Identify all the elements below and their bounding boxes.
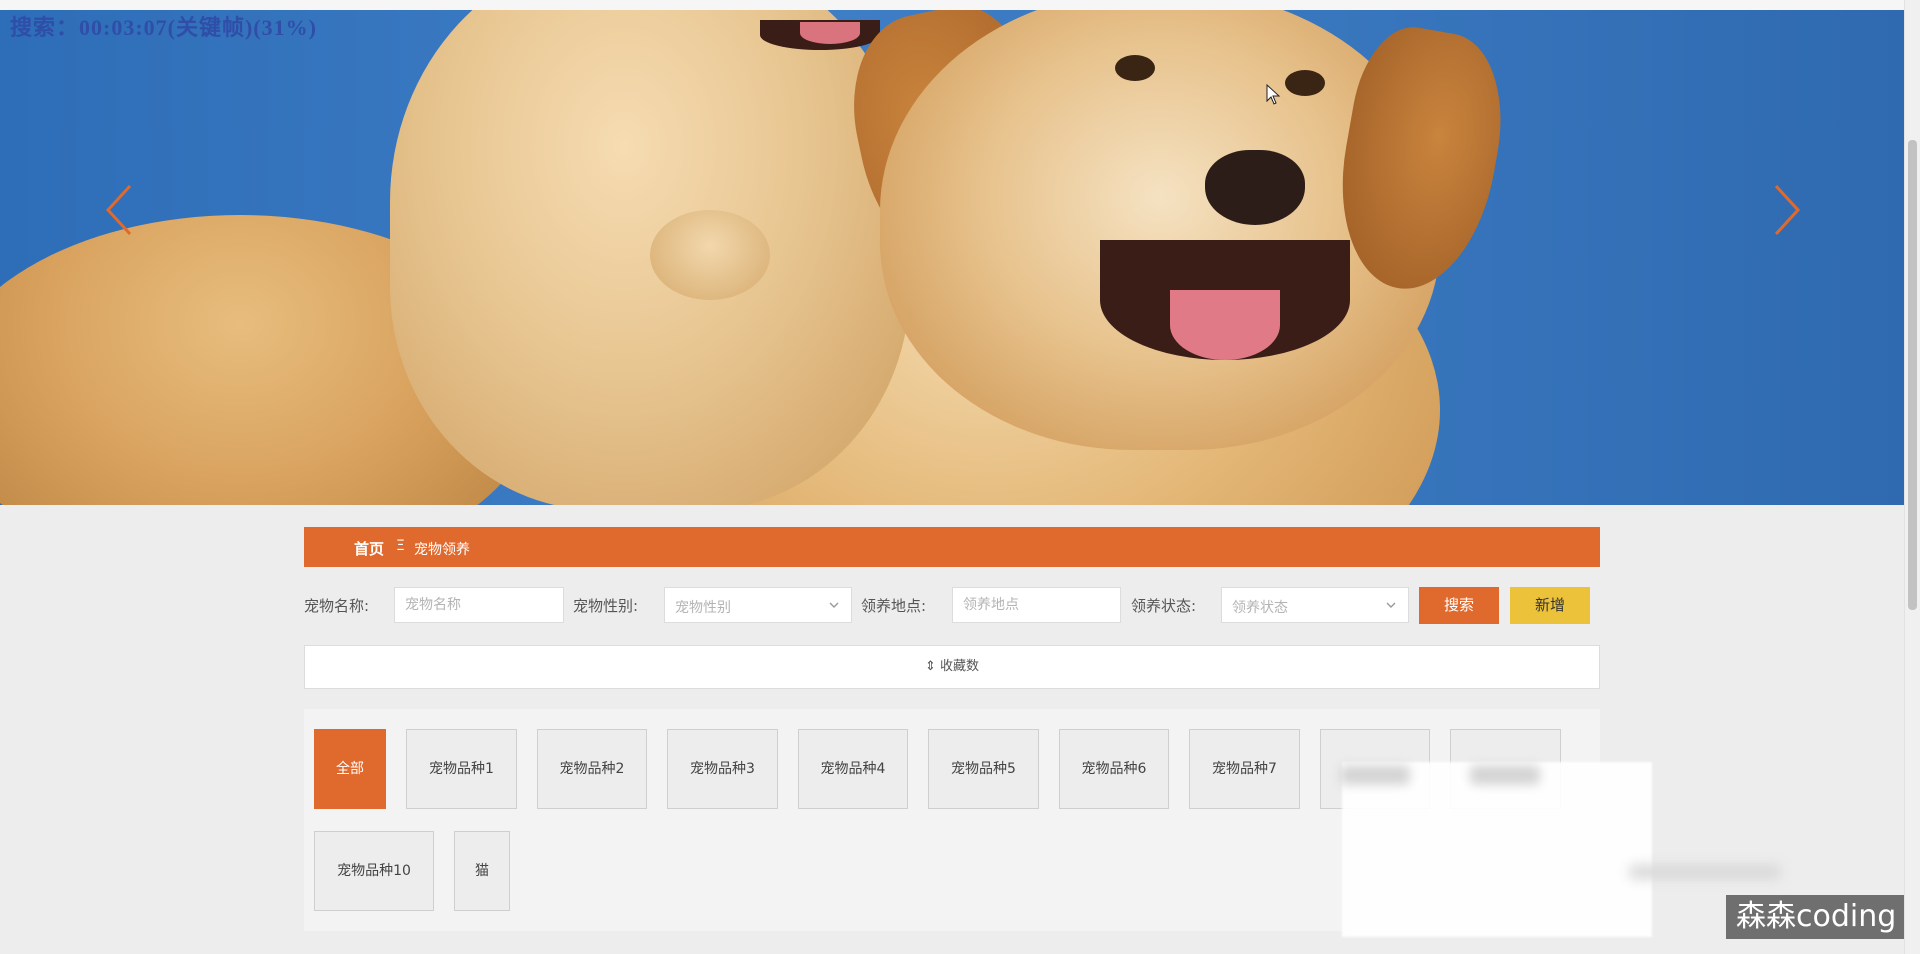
pet-name-label: 宠物名称: [304, 597, 370, 615]
adopt-location-field[interactable] [952, 587, 1121, 623]
blurred-line [1630, 865, 1780, 879]
category-item[interactable]: 宠物品种6 [1059, 729, 1169, 809]
scrollbar-thumb[interactable] [1908, 140, 1917, 610]
category-item[interactable]: 宠物品种1 [406, 729, 517, 809]
breadcrumb: 首页 Ξ 宠物领养 [304, 527, 1600, 567]
dog-eye-left [1115, 55, 1155, 81]
chevron-left-icon [105, 184, 132, 236]
blurred-overlay [1342, 762, 1652, 937]
category-item[interactable]: 宠物品种3 [667, 729, 778, 809]
adopt-status-label: 领养状态: [1131, 597, 1197, 615]
breadcrumb-separator: Ξ [396, 538, 405, 554]
search-button[interactable]: 搜索 [1419, 587, 1499, 624]
adopt-location-input[interactable] [953, 588, 1120, 622]
adopt-status-placeholder: 领养状态 [1232, 600, 1288, 616]
sort-by-favorites-button[interactable]: ⇕ 收藏数 [304, 645, 1600, 689]
chevron-down-icon [829, 602, 839, 608]
blurred-chip [1340, 765, 1410, 785]
pet-gender-placeholder: 宠物性别 [675, 600, 731, 616]
blurred-chip [1470, 765, 1540, 785]
watermark: 森森coding [1726, 895, 1904, 939]
banner-prev-button[interactable] [100, 180, 140, 240]
category-item[interactable]: 宠物品种2 [537, 729, 647, 809]
category-item[interactable]: 猫 [454, 831, 510, 911]
breadcrumb-current: 宠物领养 [414, 542, 470, 558]
banner-next-button[interactable] [1766, 180, 1806, 240]
category-item[interactable]: 宠物品种5 [928, 729, 1039, 809]
mouse-cursor-icon [1266, 84, 1281, 105]
chevron-down-icon [1386, 602, 1396, 608]
puppy-paw-shape [650, 210, 770, 300]
category-item[interactable]: 宠物品种4 [798, 729, 908, 809]
video-search-overlay: 搜索：00:03:07(关键帧)(31%) [10, 15, 317, 40]
pet-name-input[interactable] [395, 588, 563, 622]
dog-eye-right [1285, 70, 1325, 96]
breadcrumb-home-link[interactable]: 首页 [354, 538, 384, 559]
sort-label: 收藏数 [940, 659, 980, 674]
category-item[interactable]: 宠物品种10 [314, 831, 434, 911]
category-item[interactable]: 宠物品种7 [1189, 729, 1300, 809]
adopt-location-label: 领养地点: [861, 597, 927, 615]
hero-banner [0, 10, 1905, 505]
vertical-scrollbar[interactable] [1904, 0, 1920, 954]
pet-name-field[interactable] [394, 587, 564, 623]
pet-gender-label: 宠物性别: [573, 597, 639, 615]
dog-tongue-shape [1170, 290, 1280, 360]
adopt-status-select[interactable]: 领养状态 [1221, 587, 1409, 623]
puppy-tongue-shape [800, 22, 860, 44]
chevron-right-icon [1774, 184, 1801, 236]
category-all[interactable]: 全部 [314, 729, 386, 809]
dog-nose-shape [1205, 150, 1305, 225]
pet-gender-select[interactable]: 宠物性别 [664, 587, 852, 623]
add-button[interactable]: 新增 [1510, 587, 1590, 624]
sort-icon: ⇕ [924, 659, 936, 674]
